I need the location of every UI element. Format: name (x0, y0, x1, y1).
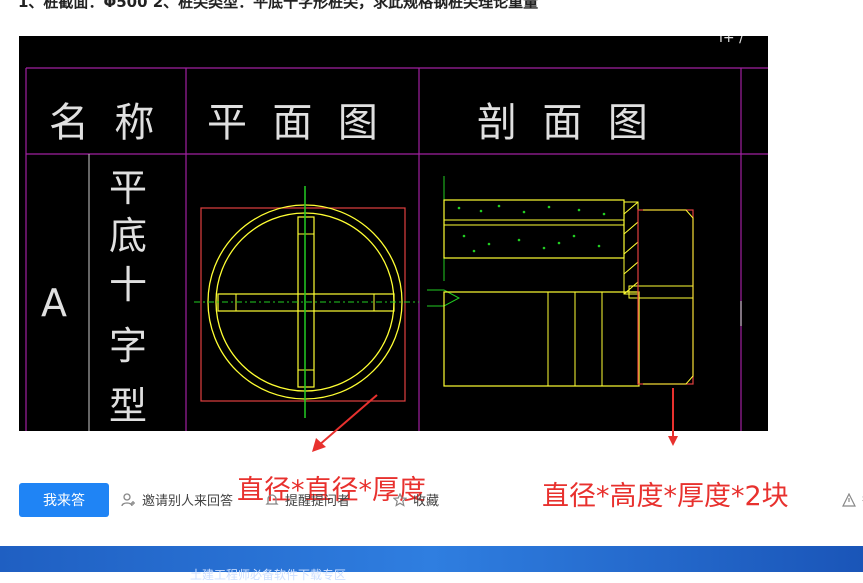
invite-button[interactable]: 邀请别人来回答 (120, 490, 233, 509)
footer-text: 土建工程师必备软件下载专区 (190, 568, 347, 582)
warning-icon (842, 492, 856, 507)
favorite-label: 收藏 (413, 493, 440, 508)
bell-icon (265, 493, 279, 505)
remind-button[interactable]: 提醒提问者 (265, 490, 350, 509)
favorite-button[interactable]: 收藏 (393, 490, 439, 509)
footer-banner[interactable]: 土建工程师必备软件下载专区 (0, 546, 863, 582)
annotation-right: 直径*高度*厚度*2块 (542, 481, 789, 512)
invite-user-icon (121, 492, 135, 506)
remind-label: 提醒提问者 (285, 493, 351, 508)
star-icon (393, 492, 407, 507)
invite-label: 邀请别人来回答 (142, 493, 234, 508)
answer-button[interactable]: 我来答 (19, 483, 109, 517)
report-button[interactable]: 举 (842, 490, 863, 509)
